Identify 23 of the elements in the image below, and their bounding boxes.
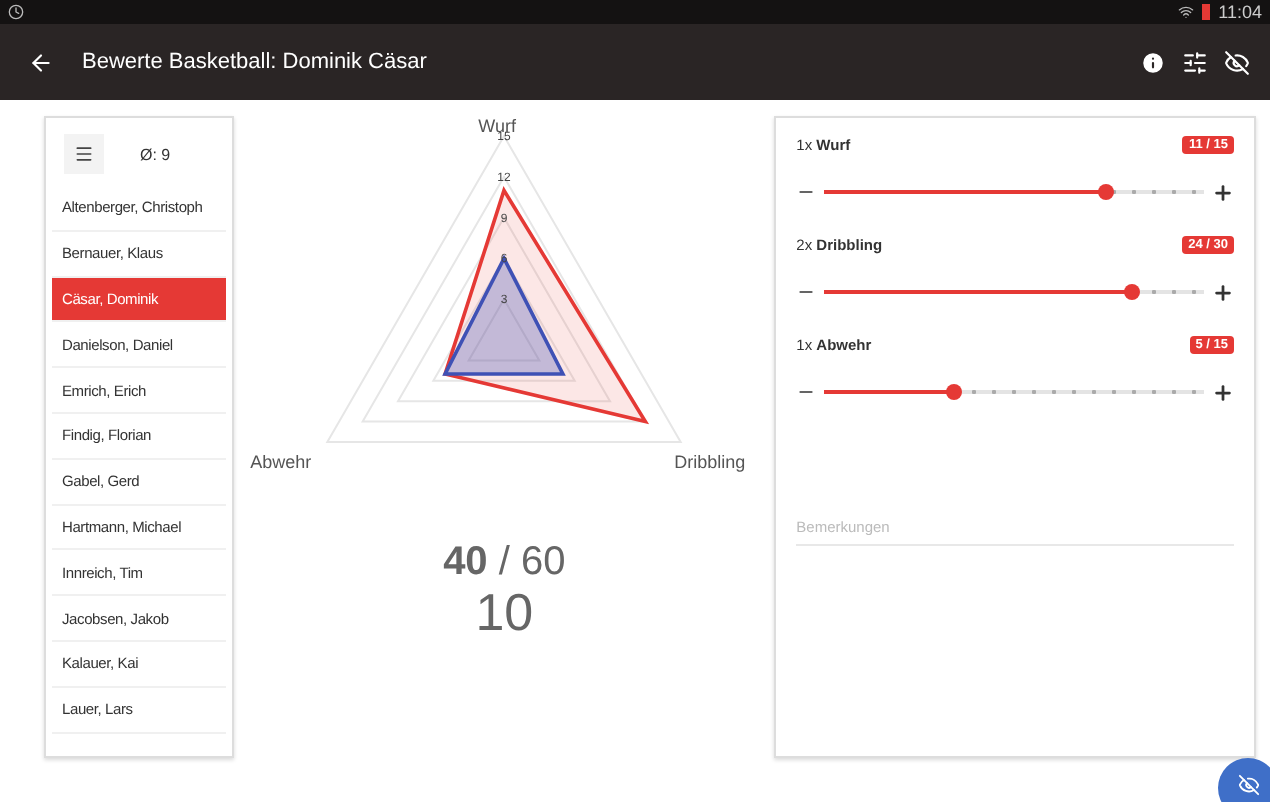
info-icon[interactable] bbox=[1140, 49, 1166, 75]
plus-icon[interactable] bbox=[1212, 181, 1234, 203]
eye-off-icon[interactable] bbox=[1224, 49, 1250, 75]
battery-icon bbox=[1202, 4, 1211, 20]
wifi-icon bbox=[1178, 4, 1195, 20]
slider-thumb[interactable] bbox=[945, 384, 962, 400]
status-time: 11:04 bbox=[1218, 2, 1262, 22]
sliders-icon[interactable] bbox=[1182, 49, 1208, 75]
menu-icon bbox=[74, 144, 94, 164]
plus-icon[interactable] bbox=[1212, 281, 1234, 303]
slider-thumb[interactable] bbox=[1123, 284, 1140, 300]
axis-label: Abwehr bbox=[250, 452, 312, 472]
total-score: 40 / 60 bbox=[443, 540, 566, 586]
slider-thumb[interactable] bbox=[1097, 184, 1114, 200]
eye-off-icon bbox=[1237, 773, 1259, 795]
grade-value: 10 bbox=[475, 586, 534, 638]
plus-icon[interactable] bbox=[1212, 381, 1234, 403]
axis-label: Dribbling bbox=[674, 452, 746, 472]
average-label: Ø: 9 bbox=[140, 145, 171, 163]
back-icon[interactable] bbox=[28, 49, 54, 75]
clock-icon bbox=[8, 4, 24, 20]
menu-button[interactable] bbox=[64, 134, 104, 174]
window-title: Bewerte Basketball: Dominik Cäsar bbox=[82, 50, 429, 74]
